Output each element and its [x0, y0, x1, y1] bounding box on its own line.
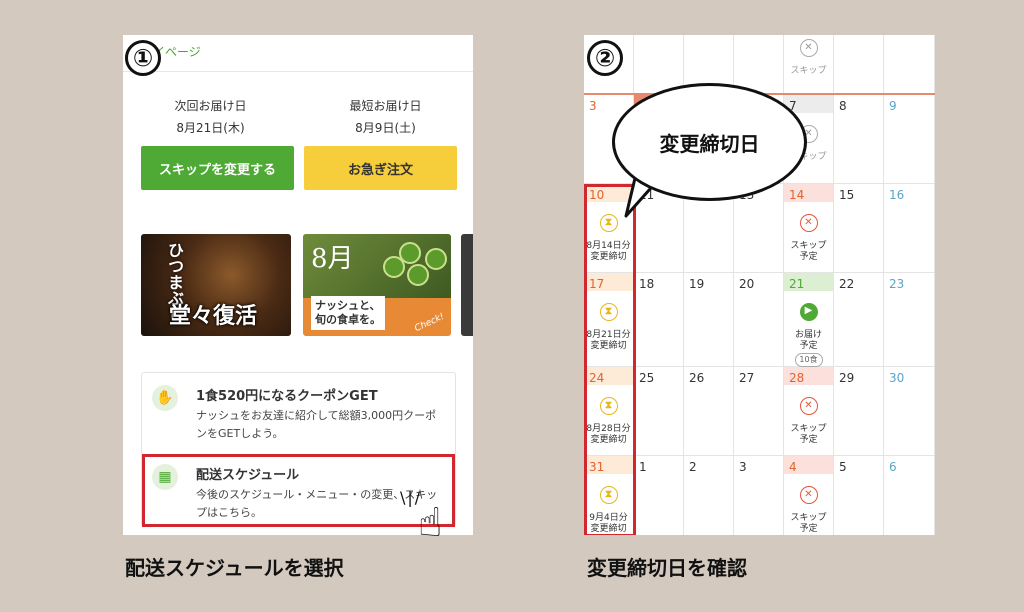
day-number: 26 [689, 371, 705, 385]
coupon-description: ナッシュをお友達に紹介して総額3,000円クーポンをGETしよう。 [196, 409, 437, 440]
express-order-button[interactable]: お急ぎ注文 [304, 146, 457, 190]
calendar-day[interactable]: 2 [684, 456, 734, 535]
calendar-day[interactable]: 6 [884, 456, 935, 535]
next-delivery: 次回お届け日 8月21日(木) [123, 95, 298, 139]
meal-count-badge: 10食 [794, 353, 823, 367]
day-number: 15 [839, 188, 855, 202]
day-number: 28 [789, 371, 805, 385]
divider [123, 71, 473, 72]
calendar-day[interactable]: 19 [684, 273, 734, 367]
calendar-day[interactable]: 9 [884, 95, 935, 184]
day-number: 20 [739, 277, 755, 291]
day-number: 1 [639, 460, 647, 474]
coupon-handshake-icon: ✋ [152, 385, 178, 411]
skip-icon: ✕ [799, 214, 818, 232]
day-number: 16 [889, 188, 905, 202]
day-number: 2 [689, 460, 697, 474]
banner-copy: ナッシュと、 旬の食卓を。 [311, 296, 385, 330]
step-1-caption: 配送スケジュールを選択 [125, 556, 344, 580]
calendar-day[interactable]: 20 [734, 273, 784, 367]
step-2-caption: 変更締切日を確認 [587, 556, 747, 580]
day-number: 23 [889, 277, 905, 291]
earliest-delivery-label: 最短お届け日 [349, 99, 422, 113]
calendar-day [834, 35, 884, 95]
august-banner[interactable]: 8月 ナッシュと、 旬の食卓を。 Check! [303, 234, 451, 336]
coupon-item[interactable]: ✋ 1食520円になるクーポンGET ナッシュをお友達に紹介して総額3,000円… [142, 373, 455, 455]
skip-icon: ✕ [799, 486, 818, 504]
banner-copy-line1: ナッシュと、 [315, 299, 381, 312]
day-number: 22 [839, 277, 855, 291]
calendar-day[interactable]: 26 [684, 367, 734, 456]
banner-tag: Check! [413, 311, 446, 335]
day-number: 6 [889, 460, 897, 474]
day-status-label: 予定 [799, 524, 818, 534]
calendar-day[interactable]: 3 [734, 456, 784, 535]
day-number: 21 [789, 277, 805, 291]
day-number: 5 [839, 460, 847, 474]
day-number: 19 [689, 277, 705, 291]
day-status-label: スキップ [790, 66, 827, 76]
next-banner-peek[interactable] [461, 234, 473, 336]
step-1-number: ① [125, 40, 161, 76]
calendar-day[interactable]: 28 ✕ スキップ 予定 [784, 367, 834, 456]
mypage-screen: マイページ 次回お届け日 8月21日(木) 最短お届け日 8月9日(土) スキッ… [123, 35, 473, 535]
calendar-day[interactable]: 1 [634, 456, 684, 535]
day-status-label: 予定 [799, 252, 818, 262]
calendar-day: ✕ スキップ [784, 35, 834, 95]
calendar-day[interactable]: 25 [634, 367, 684, 456]
banner-copy-line2: 旬の食卓を。 [315, 313, 381, 326]
day-status-label: 予定 [799, 435, 818, 445]
next-delivery-date: 8月21日(木) [176, 121, 245, 135]
calendar-day[interactable]: 14 ✕ スキップ 予定 [784, 184, 834, 273]
day-number: 8 [839, 99, 847, 113]
day-number: 9 [889, 99, 897, 113]
calendar-day[interactable]: 27 [734, 367, 784, 456]
earliest-delivery-date: 8月9日(土) [355, 121, 416, 135]
calendar-day[interactable]: 18 [634, 273, 684, 367]
day-number: 27 [739, 371, 755, 385]
day-number: 3 [589, 99, 597, 113]
earliest-delivery: 最短お届け日 8月9日(土) [298, 95, 473, 139]
calendar-day[interactable]: 23 [884, 273, 935, 367]
calendar-day[interactable]: 15 [834, 184, 884, 273]
hitsumabushi-banner[interactable]: ひつまぶし 堂々復活 [141, 234, 291, 336]
deadline-speech-bubble: 変更締切日 [612, 83, 807, 201]
day-number: 14 [789, 188, 805, 202]
banner-headline: 堂々復活 [169, 304, 258, 329]
skip-icon: ✕ [799, 39, 818, 57]
day-number: 29 [839, 371, 855, 385]
deadline-highlight-box [584, 184, 636, 535]
day-status-label: 予定 [799, 341, 818, 351]
truck-icon: ▶ [799, 303, 818, 321]
day-number: 3 [739, 460, 747, 474]
step-2-number: ② [587, 40, 623, 76]
calendar-day[interactable]: 8 [834, 95, 884, 184]
day-number: 30 [889, 371, 905, 385]
change-skip-button[interactable]: スキップを変更する [141, 146, 294, 190]
calendar-day [884, 35, 935, 95]
banner-month: 8月 [311, 244, 354, 274]
skip-icon: ✕ [799, 397, 818, 415]
calendar-day[interactable]: 22 [834, 273, 884, 367]
calendar-day[interactable]: 29 [834, 367, 884, 456]
day-number: 25 [639, 371, 655, 385]
bubble-text: 変更締切日 [659, 131, 760, 156]
pointing-hand-icon: ☝ [418, 500, 443, 546]
coupon-title: 1食520円になるクーポンGET [196, 389, 378, 404]
day-number: 4 [789, 460, 797, 474]
calendar-day[interactable]: 21 ▶ お届け 予定 10食 [784, 273, 834, 367]
next-delivery-label: 次回お届け日 [174, 99, 247, 113]
calendar-day[interactable]: 30 [884, 367, 935, 456]
calendar-day[interactable]: 5 [834, 456, 884, 535]
calendar-day[interactable]: 4 ✕ スキップ 予定 [784, 456, 834, 535]
calendar-day[interactable]: 16 [884, 184, 935, 273]
day-number: 18 [639, 277, 655, 291]
